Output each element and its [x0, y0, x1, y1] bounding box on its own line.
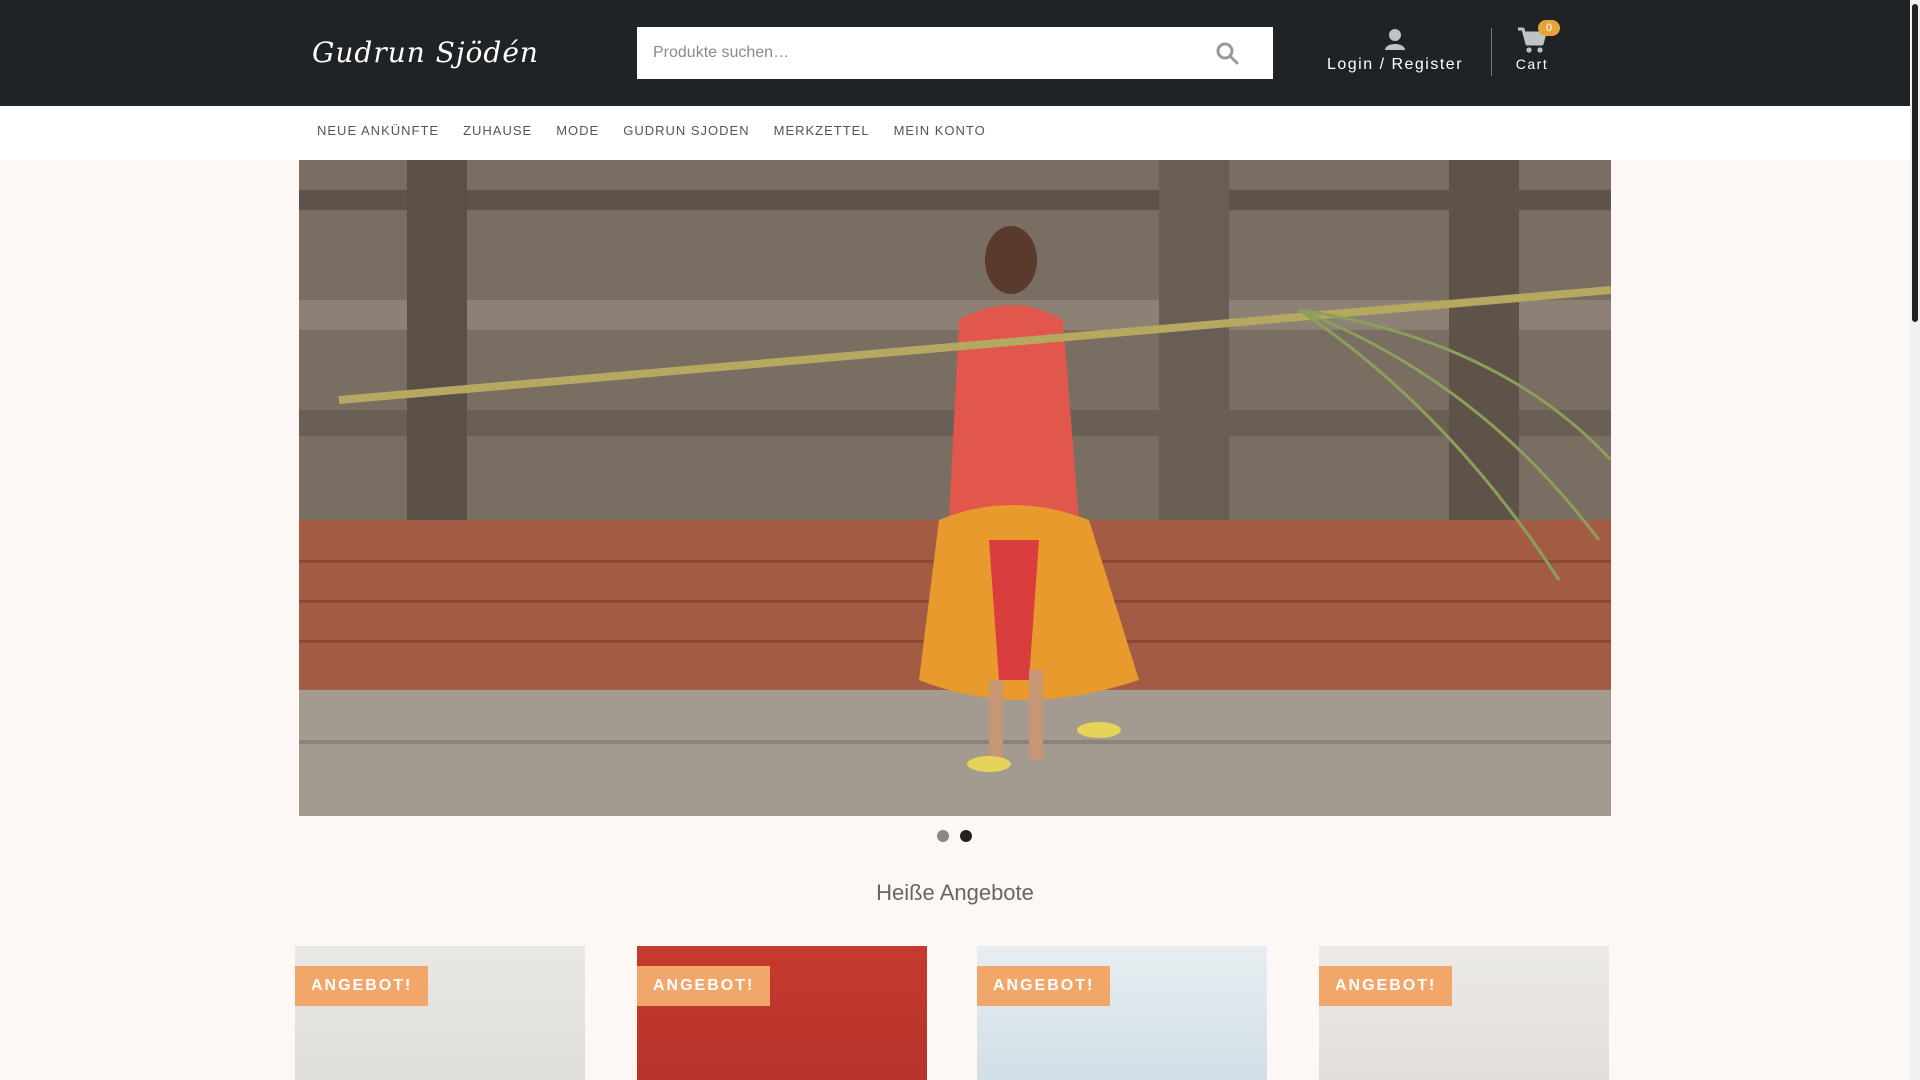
product-card[interactable]: ANGEBOT! [1319, 946, 1609, 1080]
product-card[interactable]: ANGEBOT! [977, 946, 1267, 1080]
sale-badge: ANGEBOT! [637, 966, 771, 1006]
hero-slider-image[interactable] [299, 160, 1611, 816]
site-header: Gudrun Sjödén Login / Register Ca [0, 0, 1910, 106]
hero-illustration [299, 160, 1611, 816]
nav-item-mode[interactable]: MODE [556, 106, 599, 156]
nav-item-merkzettel[interactable]: MERKZETTEL [774, 106, 870, 156]
nav-item-zuhause[interactable]: ZUHAUSE [463, 106, 532, 156]
scrollbar-thumb[interactable] [1912, 4, 1918, 322]
login-register-link[interactable]: Login / Register [1320, 28, 1470, 74]
product-card[interactable]: ANGEBOT! [637, 946, 927, 1080]
cart-count-badge: 0 [1538, 20, 1560, 36]
section-title-hot-deals: Heiße Angebote [876, 880, 1034, 905]
logo[interactable]: Gudrun Sjödén [312, 36, 539, 69]
search-bar [637, 27, 1273, 79]
slider-pagination [937, 830, 983, 842]
login-label: Login / Register [1326, 56, 1464, 73]
product-card[interactable]: ANGEBOT! [295, 946, 585, 1080]
cart-label: Cart [1515, 56, 1549, 72]
main-nav: NEUE ANKÜNFTE ZUHAUSE MODE GUDRUN SJODEN… [0, 106, 1910, 160]
slider-dot-1[interactable] [937, 830, 949, 842]
cart-link[interactable]: Cart 0 [1510, 20, 1560, 74]
nav-item-neue-ankuenfte[interactable]: NEUE ANKÜNFTE [317, 106, 439, 156]
search-input[interactable] [637, 27, 1229, 79]
user-icon [1385, 29, 1405, 50]
sale-badge: ANGEBOT! [1319, 966, 1453, 1006]
sale-badge: ANGEBOT! [295, 966, 429, 1006]
nav-item-gudrun-sjoden[interactable]: GUDRUN SJODEN [623, 106, 749, 156]
slider-dot-2[interactable] [960, 830, 972, 842]
nav-item-mein-konto[interactable]: MEIN KONTO [894, 106, 986, 156]
search-icon[interactable] [1215, 41, 1239, 65]
sale-badge: ANGEBOT! [977, 966, 1111, 1006]
header-divider [1491, 28, 1492, 76]
page: Gudrun Sjödén Login / Register Ca [0, 0, 1910, 1080]
